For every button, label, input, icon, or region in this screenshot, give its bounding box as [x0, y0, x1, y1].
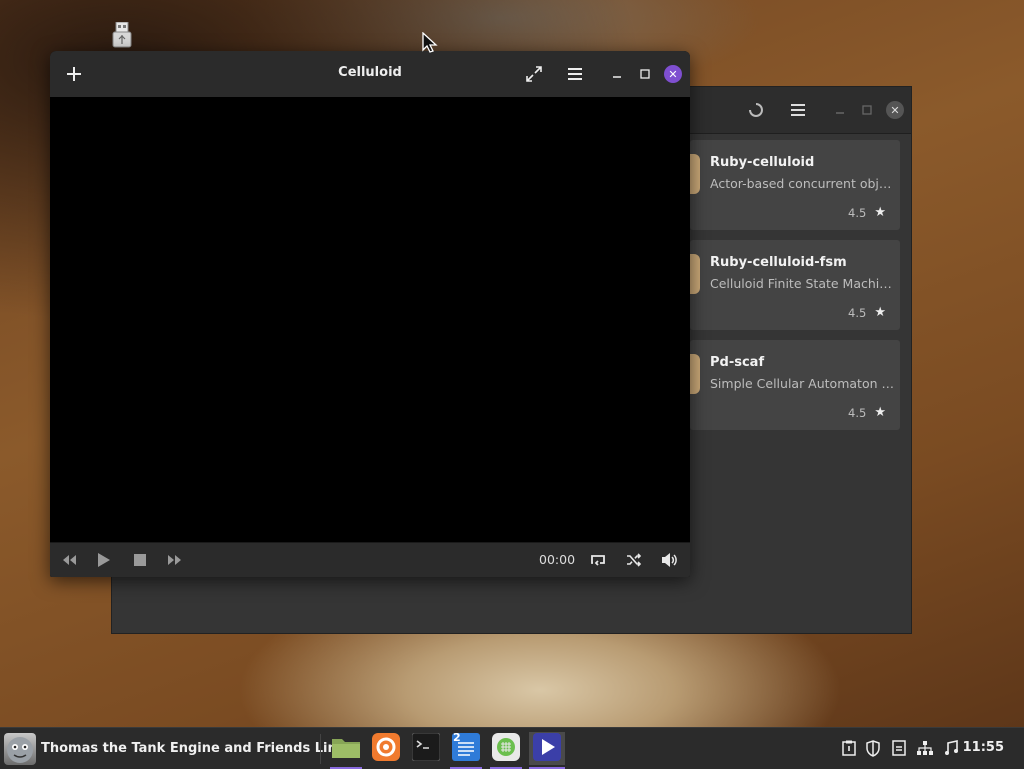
- menu-logo-icon: [4, 732, 36, 765]
- celluloid-header: Celluloid ✕: [50, 51, 690, 98]
- close-icon[interactable]: ✕: [664, 63, 682, 85]
- app-name: Ruby-celluloid: [710, 155, 815, 170]
- software-center-launcher[interactable]: [490, 732, 522, 769]
- star-icon: ★: [874, 305, 886, 320]
- app-name: Ruby-celluloid-fsm: [710, 255, 847, 270]
- app-name: Pd-scaf: [710, 355, 765, 370]
- spinner-icon: [746, 100, 766, 120]
- stop-icon[interactable]: [131, 551, 149, 569]
- fast-forward-icon[interactable]: [166, 551, 184, 569]
- shuffle-icon[interactable]: [625, 551, 643, 569]
- terminal-launcher[interactable]: [410, 732, 442, 765]
- mouse-pointer-icon: [422, 31, 438, 58]
- celluloid-launcher[interactable]: [529, 732, 565, 769]
- firefox-launcher[interactable]: [370, 732, 402, 765]
- music-icon[interactable]: [942, 738, 960, 758]
- files-icon: [331, 735, 361, 763]
- minimize-icon[interactable]: [830, 100, 850, 120]
- menu-label: Thomas the Tank Engine and Friends Linux: [41, 741, 355, 756]
- maximize-icon[interactable]: [639, 63, 651, 85]
- network-icon[interactable]: [915, 738, 935, 758]
- video-area[interactable]: [50, 97, 690, 543]
- star-icon: ★: [874, 405, 886, 420]
- software-center-icon: [492, 732, 520, 765]
- app-description: Celluloid Finite State Machines: [710, 276, 896, 291]
- rating-value: 4.5: [848, 305, 867, 320]
- usb-drive-icon[interactable]: [112, 21, 132, 48]
- maximize-icon[interactable]: [857, 100, 877, 120]
- app-description: Actor-based concurrent object ...: [710, 176, 896, 191]
- taskbar: Thomas the Tank Engine and Friends Linux…: [0, 727, 1024, 769]
- taskbar-separator: [320, 734, 321, 764]
- notes-icon[interactable]: [890, 738, 908, 758]
- app-card[interactable]: Ruby-celluloid-fsm Celluloid Finite Stat…: [680, 240, 900, 330]
- app-rating: 4.5 ★: [848, 205, 886, 220]
- app-rating: 4.5 ★: [848, 405, 886, 420]
- minimize-icon[interactable]: [611, 63, 623, 85]
- rating-value: 4.5: [848, 405, 867, 420]
- playback-controls: 00:00: [50, 542, 690, 577]
- loop-icon[interactable]: [589, 551, 607, 569]
- terminal-icon: [411, 732, 441, 765]
- start-menu-button[interactable]: Thomas the Tank Engine and Friends Linux: [0, 728, 354, 769]
- text-editor-launcher[interactable]: 2: [450, 731, 482, 769]
- app-description: Simple Cellular Automaton Fort...: [710, 376, 896, 391]
- window-title: Celluloid: [338, 65, 402, 80]
- files-launcher[interactable]: [330, 732, 362, 769]
- shield-icon[interactable]: [864, 738, 882, 758]
- hamburger-menu-icon[interactable]: [788, 100, 808, 120]
- celluloid-window[interactable]: Celluloid ✕ 00:00: [50, 51, 690, 577]
- fullscreen-icon[interactable]: [523, 63, 545, 85]
- firefox-icon: [372, 732, 400, 765]
- celluloid-icon: [533, 732, 561, 765]
- add-icon[interactable]: [64, 63, 84, 85]
- play-icon[interactable]: [95, 551, 113, 569]
- clipboard-icon[interactable]: [840, 738, 858, 758]
- app-card[interactable]: Pd-scaf Simple Cellular Automaton Fort..…: [680, 340, 900, 430]
- app-rating: 4.5 ★: [848, 305, 886, 320]
- app-card[interactable]: Ruby-celluloid Actor-based concurrent ob…: [680, 140, 900, 230]
- close-icon[interactable]: ✕: [885, 100, 905, 120]
- rewind-icon[interactable]: [60, 551, 78, 569]
- volume-icon[interactable]: [661, 551, 679, 569]
- time-display: 00:00: [539, 552, 576, 567]
- clock[interactable]: 11:55: [963, 740, 1004, 755]
- rating-value: 4.5: [848, 205, 867, 220]
- star-icon: ★: [874, 205, 886, 220]
- hamburger-menu-icon[interactable]: [565, 63, 585, 85]
- window-count-badge: 2: [453, 731, 461, 744]
